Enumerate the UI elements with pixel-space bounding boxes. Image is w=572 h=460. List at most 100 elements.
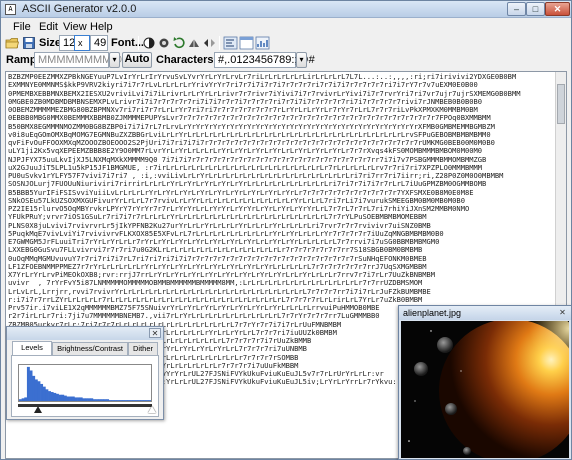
save-icon[interactable] [22,36,37,50]
histogram-bar [53,392,57,401]
histogram-bar [119,400,123,401]
menu-file[interactable]: File [13,21,31,33]
preview-title: alienplanet.jpg [403,308,462,318]
ramp-input[interactable]: MMMMMMMM@@@ [34,52,145,68]
histogram-bar [98,399,102,401]
preview-title-bar[interactable]: alienplanet.jpg ✕ [399,306,571,320]
size-separator: x [74,35,90,51]
minimize-button[interactable]: – [507,2,526,16]
histogram-bar [85,398,88,401]
characters-dropdown-icon[interactable]: ▾ [296,52,307,68]
tab-levels[interactable]: Levels [12,341,52,356]
maximize-button[interactable]: □ [526,2,545,16]
histogram-bar [69,396,73,401]
histogram-bar [106,399,110,401]
scrollbar-thumb[interactable] [557,84,565,124]
open-folder-icon[interactable] [5,36,20,50]
histogram-bar [124,400,128,401]
histogram-bar [50,392,54,401]
toolbar-separator [219,36,220,50]
histogram-bar [61,394,65,401]
histogram-bar [26,366,30,401]
histogram-bar [87,398,91,401]
histogram-bar [90,398,94,401]
histogram-bar [71,396,75,401]
white-point-handle[interactable] [148,406,156,413]
histogram-bar [77,397,81,401]
histogram-bar [129,400,133,401]
histogram-bar [116,400,120,401]
histogram-bar [45,389,49,401]
auto-button[interactable]: Auto [122,52,152,68]
histogram-bar [66,396,70,401]
close-button[interactable]: ✕ [545,2,570,16]
menu-edit[interactable]: Edit [39,21,58,33]
histogram-bar [111,400,115,401]
brightness-icon[interactable] [157,36,172,50]
black-point-handle[interactable] [34,406,43,413]
histogram-bar [108,400,112,401]
flip-icon[interactable] [202,36,217,50]
histogram-bar [148,400,151,401]
toolbar: Size: 120 x 49 Font... [1,35,571,51]
histogram-bar [145,400,149,401]
levels-panel [11,355,159,417]
histogram-bar [121,400,125,401]
menu-bar: File Edit View Help [1,19,571,35]
histogram-bar [58,394,62,401]
histogram-bar [100,399,104,401]
histogram-bar [140,400,144,401]
sharpen-icon[interactable] [187,36,202,50]
histogram-bar [48,391,51,401]
histogram-bar [132,400,136,401]
ramp-bar: Ramp: MMMMMMMM@@@ ▾ Auto Characters: #,.… [1,52,571,69]
histogram-bar [114,400,117,401]
height-input[interactable]: 49 [90,35,108,51]
rotate-icon[interactable] [172,36,187,50]
histogram-bar [24,397,28,401]
characters-label: Characters: [156,54,218,66]
menu-help[interactable]: Help [90,21,113,33]
histogram-bar [37,381,41,401]
histogram-bar [95,399,99,401]
title-bar[interactable]: A ASCII Generator v2.0.0 – □ ✕ [1,1,571,18]
histogram-bar [29,370,33,401]
histogram [18,364,152,402]
levels-window-icon[interactable] [255,36,270,50]
font-button[interactable]: Font... [111,37,144,49]
histogram-bar [135,400,139,401]
histogram-bar [82,398,86,401]
menu-view[interactable]: View [63,21,87,33]
alien-planet-image [401,321,569,458]
window-title: ASCII Generator v2.0.0 [22,3,137,15]
align-left-icon[interactable] [223,36,238,50]
histogram-bar [79,397,83,401]
histogram-bar [63,395,67,401]
levels-close-button[interactable]: ✕ [149,328,161,338]
levels-title-bar[interactable]: ✕ [7,327,163,340]
histogram-bar [55,393,59,401]
histogram-bar [21,398,25,401]
app-icon: A [5,4,16,15]
histogram-bar [32,375,36,401]
preview-image [401,321,569,458]
toolbar-separator [138,36,139,50]
tab-brightness-contrast[interactable]: Brightness/Contrast [52,342,128,355]
image-preview-window: alienplanet.jpg ✕ [398,305,572,460]
histogram-bar [143,400,147,401]
histogram-bar [74,397,78,401]
histogram-bar [103,399,107,401]
invert-icon[interactable] [142,36,157,50]
histogram-bar [127,400,131,401]
levels-window: ✕ Levels Brightness/Contrast Dither [6,326,164,420]
tab-dither[interactable]: Dither [128,342,158,355]
ramp-dropdown-icon[interactable]: ▾ [109,52,120,68]
preview-close-button[interactable]: ✕ [557,308,568,318]
characters-input[interactable]: #,.0123456789:;@# [214,52,315,68]
histogram-bar [34,379,38,401]
preview-window-icon[interactable] [239,36,254,50]
histogram-bar [19,399,22,401]
histogram-bar [92,399,96,401]
histogram-bar [40,383,44,401]
histogram-bar [137,400,141,401]
